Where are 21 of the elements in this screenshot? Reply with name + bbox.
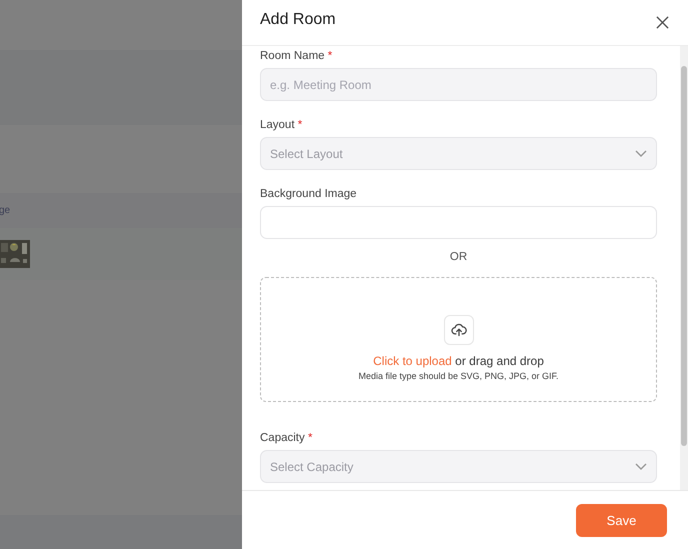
separator-text: OR [448,251,468,263]
dropzone-text: or drag and drop [454,354,544,368]
chevron-down-icon [635,462,647,470]
upload-dropzone[interactable]: Click to upload or drag and drop Media file type should be SVG, PNG, JPG, or GIF. [260,277,657,402]
input-field[interactable] [260,206,657,239]
panel-title: Add Room [260,10,336,28]
close-icon [656,16,669,29]
upload-link[interactable]: Click to upload [373,354,452,368]
field-label: Background Image [260,187,358,202]
input-field[interactable]: e.g. Meeting Room [260,68,657,101]
upload-button[interactable] [444,315,474,345]
dropzone-hint: Media file type should be SVG, PNG, JPG, or GIF. [358,371,559,381]
select-field[interactable]: Select Layout [260,137,657,170]
save-button[interactable]: Save [576,504,667,536]
select-field[interactable]: Select Capacity [260,450,657,483]
scrollbar-thumb[interactable] [681,66,687,446]
cloud-upload-icon [450,323,466,337]
field-label: Layout * [260,118,304,133]
chevron-down-icon [635,150,647,158]
field-label: Room Name * [260,49,334,64]
field-label: Capacity * [260,431,314,446]
